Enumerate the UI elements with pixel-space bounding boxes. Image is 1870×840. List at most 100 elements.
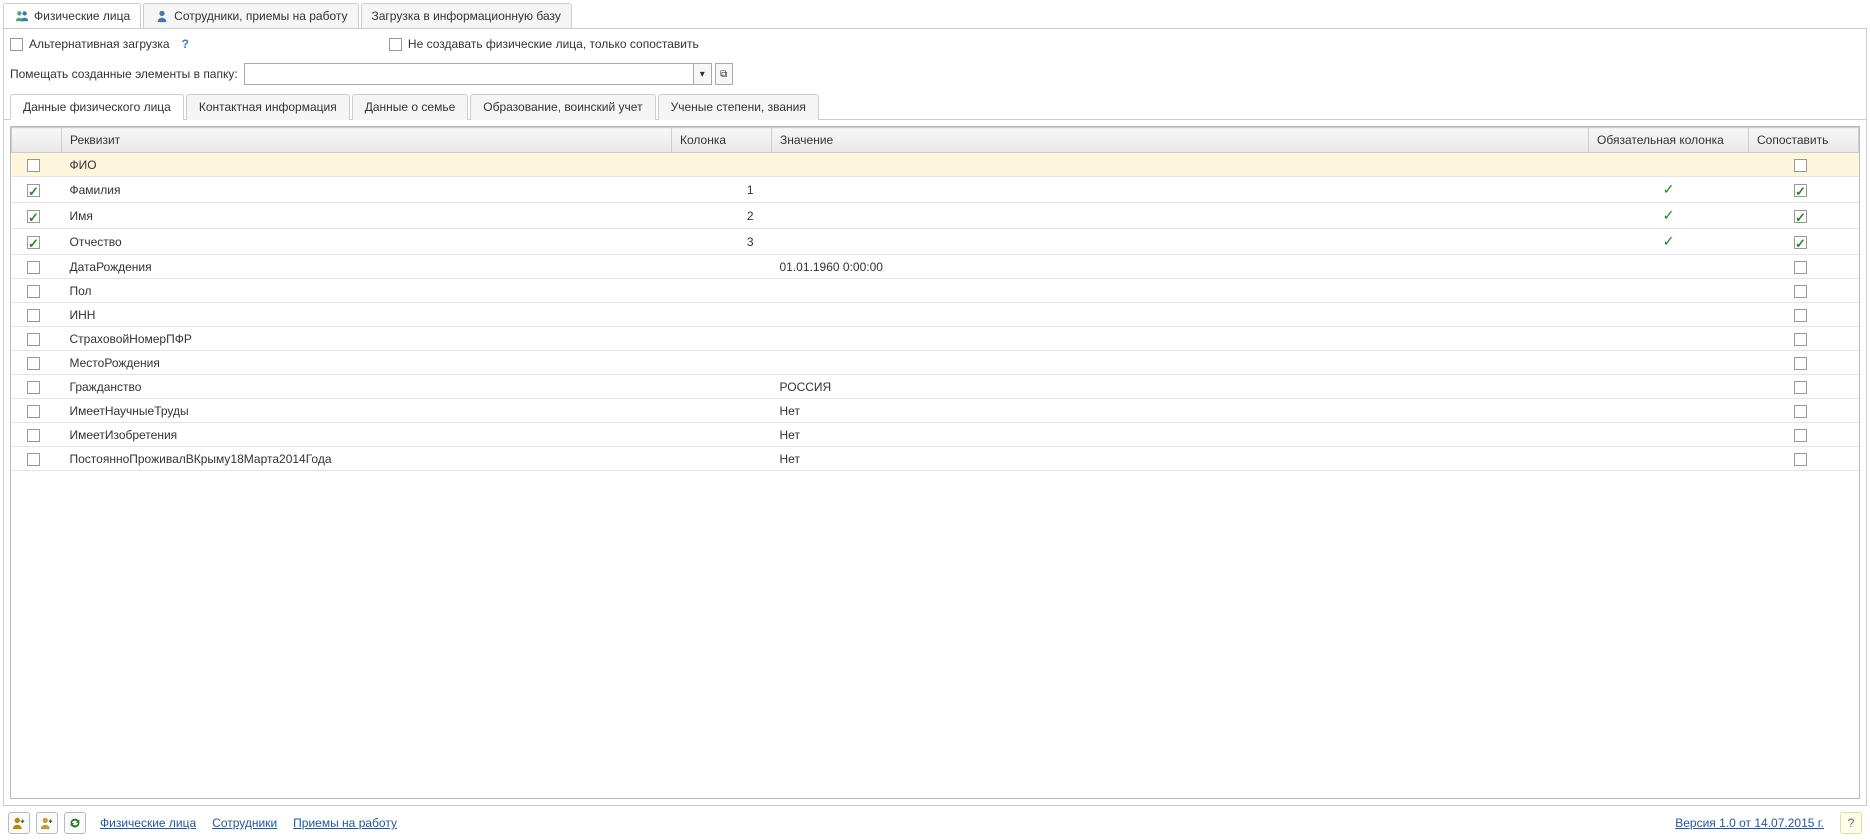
footer-link-2[interactable]: Приемы на работу (293, 816, 397, 830)
col-header-rekvizit[interactable]: Реквизит (62, 128, 672, 153)
row-checkbox[interactable]: ✓ (27, 236, 40, 249)
sopost-checkbox[interactable] (1794, 285, 1807, 298)
data-grid[interactable]: Реквизит Колонка Значение Обязательная к… (10, 126, 1860, 799)
cell-kolonka[interactable] (672, 351, 772, 375)
folder-dropdown-button[interactable]: ▾ (694, 63, 712, 85)
folder-input[interactable] (244, 63, 694, 85)
col-header-sopost[interactable]: Сопоставить (1749, 128, 1859, 153)
col-header-znachenie[interactable]: Значение (772, 128, 1589, 153)
refresh-button[interactable] (64, 812, 86, 834)
cell-sopost[interactable] (1749, 255, 1859, 279)
table-row[interactable]: ФИО (12, 153, 1859, 177)
cell-sopost[interactable]: ✓ (1749, 203, 1859, 229)
row-checkbox[interactable] (27, 309, 40, 322)
cell-sopost[interactable]: ✓ (1749, 177, 1859, 203)
cell-kolonka[interactable] (672, 153, 772, 177)
sub-tab-2[interactable]: Данные о семье (352, 94, 469, 120)
sopost-checkbox[interactable] (1794, 405, 1807, 418)
cell-znachenie[interactable]: РОССИЯ (772, 375, 1589, 399)
row-checkbox[interactable] (27, 405, 40, 418)
footer-btn-2[interactable] (36, 812, 58, 834)
sub-tab-0[interactable]: Данные физического лица (10, 94, 184, 120)
cell-znachenie[interactable] (772, 303, 1589, 327)
cell-znachenie[interactable]: Нет (772, 423, 1589, 447)
col-header-oblig[interactable]: Обязательная колонка (1589, 128, 1749, 153)
col-header-checkbox[interactable] (12, 128, 62, 153)
cell-rekvizit[interactable]: Фамилия (62, 177, 672, 203)
sopost-checkbox[interactable]: ✓ (1794, 236, 1807, 249)
cell-kolonka[interactable] (672, 423, 772, 447)
cell-sopost[interactable] (1749, 399, 1859, 423)
cell-znachenie[interactable] (772, 153, 1589, 177)
sopost-checkbox[interactable] (1794, 261, 1807, 274)
cell-znachenie[interactable]: Нет (772, 447, 1589, 471)
main-tab-2[interactable]: Загрузка в информационную базу (361, 3, 572, 28)
alt-load-checkbox[interactable] (10, 38, 23, 51)
cell-sopost[interactable] (1749, 375, 1859, 399)
cell-kolonka[interactable] (672, 255, 772, 279)
cell-kolonka[interactable] (672, 303, 772, 327)
row-checkbox[interactable] (27, 429, 40, 442)
row-checkbox[interactable] (27, 333, 40, 346)
row-checkbox[interactable]: ✓ (27, 210, 40, 223)
folder-open-button[interactable]: ⧉ (715, 63, 733, 85)
cell-kolonka[interactable]: 3 (672, 229, 772, 255)
row-checkbox[interactable] (27, 261, 40, 274)
table-row[interactable]: ✓Фамилия1✓✓ (12, 177, 1859, 203)
no-create-checkbox[interactable] (389, 38, 402, 51)
cell-znachenie[interactable] (772, 203, 1589, 229)
cell-kolonka[interactable] (672, 327, 772, 351)
sopost-checkbox[interactable] (1794, 429, 1807, 442)
cell-rekvizit[interactable]: ИмеетНаучныеТруды (62, 399, 672, 423)
row-checkbox[interactable] (27, 357, 40, 370)
cell-sopost[interactable] (1749, 279, 1859, 303)
cell-sopost[interactable] (1749, 351, 1859, 375)
table-row[interactable]: ИНН (12, 303, 1859, 327)
cell-kolonka[interactable]: 1 (672, 177, 772, 203)
table-row[interactable]: ДатаРождения01.01.1960 0:00:00 (12, 255, 1859, 279)
footer-link-1[interactable]: Сотрудники (212, 816, 277, 830)
cell-rekvizit[interactable]: Имя (62, 203, 672, 229)
cell-rekvizit[interactable]: ИНН (62, 303, 672, 327)
sub-tab-3[interactable]: Образование, воинский учет (470, 94, 655, 120)
sopost-checkbox[interactable] (1794, 159, 1807, 172)
cell-sopost[interactable] (1749, 327, 1859, 351)
sopost-checkbox[interactable]: ✓ (1794, 184, 1807, 197)
cell-znachenie[interactable] (772, 177, 1589, 203)
table-row[interactable]: ✓Имя2✓✓ (12, 203, 1859, 229)
table-row[interactable]: Гражданство РОССИЯ (12, 375, 1859, 399)
sub-tab-1[interactable]: Контактная информация (186, 94, 350, 120)
cell-znachenie[interactable] (772, 229, 1589, 255)
row-checkbox[interactable]: ✓ (27, 184, 40, 197)
row-checkbox[interactable] (27, 159, 40, 172)
cell-sopost[interactable] (1749, 447, 1859, 471)
cell-sopost[interactable]: ✓ (1749, 229, 1859, 255)
help-icon[interactable]: ? (182, 37, 189, 51)
sopost-checkbox[interactable] (1794, 381, 1807, 394)
row-checkbox[interactable] (27, 453, 40, 466)
cell-znachenie[interactable] (772, 279, 1589, 303)
footer-link-0[interactable]: Физические лица (100, 816, 196, 830)
cell-kolonka[interactable] (672, 279, 772, 303)
cell-rekvizit[interactable]: Гражданство (62, 375, 672, 399)
cell-rekvizit[interactable]: Отчество (62, 229, 672, 255)
cell-znachenie[interactable] (772, 327, 1589, 351)
cell-kolonka[interactable] (672, 399, 772, 423)
table-row[interactable]: ✓Отчество3✓✓ (12, 229, 1859, 255)
sopost-checkbox[interactable] (1794, 357, 1807, 370)
table-row[interactable]: ПостоянноПроживалВКрыму18Марта2014Года Не… (12, 447, 1859, 471)
main-tab-0[interactable]: Физические лица (3, 3, 141, 28)
sub-tab-4[interactable]: Ученые степени, звания (658, 94, 819, 120)
cell-znachenie[interactable]: Нет (772, 399, 1589, 423)
cell-kolonka[interactable] (672, 447, 772, 471)
sopost-checkbox[interactable] (1794, 453, 1807, 466)
cell-rekvizit[interactable]: СтраховойНомерПФР (62, 327, 672, 351)
table-row[interactable]: ИмеетИзобретенияНет (12, 423, 1859, 447)
cell-sopost[interactable] (1749, 423, 1859, 447)
footer-help-button[interactable]: ? (1840, 812, 1862, 834)
table-row[interactable]: МестоРождения (12, 351, 1859, 375)
cell-rekvizit[interactable]: ПостоянноПроживалВКрыму18Марта2014Года (62, 447, 672, 471)
cell-rekvizit[interactable]: ФИО (62, 153, 672, 177)
cell-rekvizit[interactable]: МестоРождения (62, 351, 672, 375)
version-link[interactable]: Версия 1.0 от 14.07.2015 г. (1675, 816, 1824, 830)
